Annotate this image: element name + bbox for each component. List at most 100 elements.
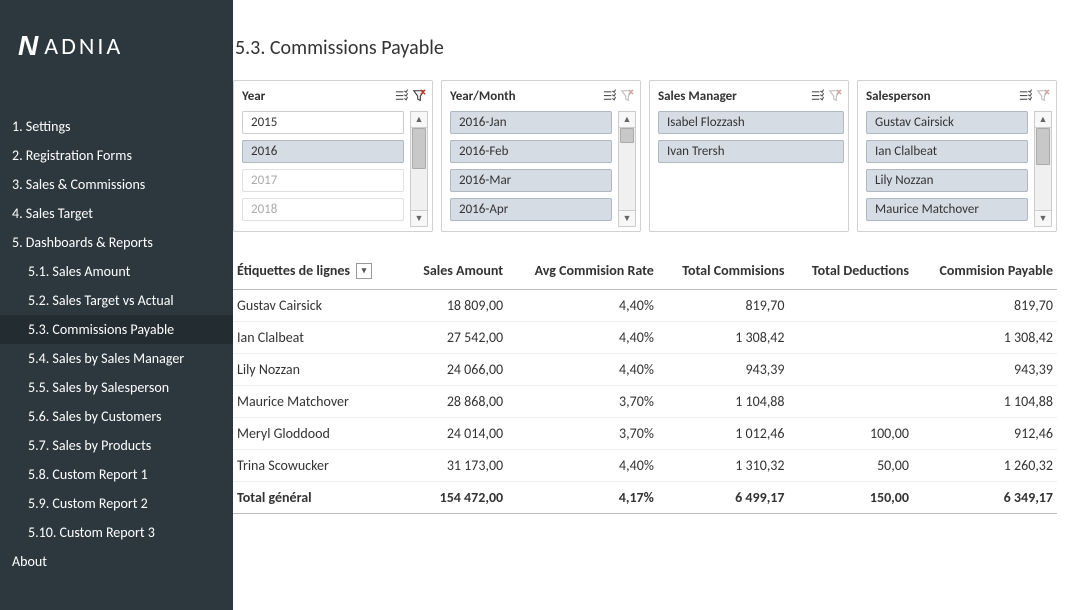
slicer-sales-manager-title: Sales Manager	[658, 89, 808, 104]
cell-rate: 4,40%	[507, 290, 658, 322]
sidebar-item[interactable]: 2. Registration Forms	[0, 141, 233, 170]
page-title: 5.3. Commissions Payable	[233, 0, 1069, 80]
col-commission-payable: Commision Payable	[913, 256, 1057, 290]
table-row: Ian Clalbeat27 542,004,40%1 308,421 308,…	[233, 322, 1057, 354]
logo-text: ADNIA	[44, 32, 123, 61]
brand-logo: N ADNIA	[0, 0, 233, 82]
total-sales: 154 472,00	[403, 482, 507, 514]
slicer-year-title: Year	[242, 89, 392, 104]
sidebar-subitem[interactable]: 5.10. Custom Report 3	[0, 518, 233, 547]
multiselect-icon[interactable]	[600, 87, 618, 105]
cell-ded	[789, 354, 913, 386]
cell-comm: 1 310,32	[658, 450, 789, 482]
slicer-item[interactable]: Lily Nozzan	[866, 169, 1028, 192]
slicer-item[interactable]: 2016-Mar	[450, 169, 612, 192]
clear-filter-icon[interactable]	[1034, 87, 1052, 105]
table-row: Meryl Gloddood24 014,003,70%1 012,46100,…	[233, 418, 1057, 450]
sidebar-subitem[interactable]: 5.3. Commissions Payable	[0, 315, 233, 344]
clear-filter-icon[interactable]	[826, 87, 844, 105]
row-label-dropdown-icon[interactable]: ▾	[356, 263, 372, 279]
slicer-item[interactable]: Gustav Cairsick	[866, 111, 1028, 134]
multiselect-icon[interactable]	[1016, 87, 1034, 105]
cell-sales: 18 809,00	[403, 290, 507, 322]
slicer-item[interactable]: 2016	[242, 140, 404, 163]
scroll-up-icon[interactable]: ▲	[1035, 112, 1051, 128]
slicer-item[interactable]: Isabel Flozzash	[658, 111, 844, 134]
multiselect-icon[interactable]	[808, 87, 826, 105]
slicer-salesperson: Salesperson Gustav CairsickIan ClalbeatL…	[857, 80, 1057, 232]
slicer-item[interactable]: 2017	[242, 169, 404, 192]
slicer-sales-manager: Sales Manager Isabel Flozzash Ivan Trersh	[649, 80, 849, 232]
cell-sales: 24 014,00	[403, 418, 507, 450]
sidebar-subitem[interactable]: 5.2. Sales Target vs Actual	[0, 286, 233, 315]
slicer-item[interactable]: 2016-Feb	[450, 140, 612, 163]
cell-comm: 1 308,42	[658, 322, 789, 354]
main-content: 5.3. Commissions Payable Year 2015 2016 20…	[233, 0, 1069, 610]
col-sales-amount: Sales Amount	[403, 256, 507, 290]
sidebar-item[interactable]: 3. Sales & Commissions	[0, 170, 233, 199]
cell-pay: 912,46	[913, 418, 1057, 450]
sidebar: N ADNIA 1. Settings2. Registration Forms…	[0, 0, 233, 610]
sidebar-subitem[interactable]: 5.9. Custom Report 2	[0, 489, 233, 518]
cell-name: Maurice Matchover	[233, 386, 403, 418]
total-deductions: 150,00	[789, 482, 913, 514]
scroll-thumb[interactable]	[620, 128, 634, 143]
slicer-item[interactable]: Maurice Matchover	[866, 198, 1028, 221]
cell-pay: 943,39	[913, 354, 1057, 386]
table-row: Lily Nozzan24 066,004,40%943,39943,39	[233, 354, 1057, 386]
slicer-item[interactable]: Ian Clalbeat	[866, 140, 1028, 163]
table-row: Trina Scowucker31 173,004,40%1 310,3250,…	[233, 450, 1057, 482]
multiselect-icon[interactable]	[392, 87, 410, 105]
slicer-year-month-title: Year/Month	[450, 89, 600, 104]
slicer-item[interactable]: 2016-Apr	[450, 198, 612, 221]
cell-pay: 819,70	[913, 290, 1057, 322]
total-rate: 4,17%	[507, 482, 658, 514]
cell-ded	[789, 290, 913, 322]
slicer-item[interactable]: Ivan Trersh	[658, 140, 844, 163]
sidebar-nav: 1. Settings2. Registration Forms3. Sales…	[0, 112, 233, 576]
sidebar-subitem[interactable]: 5.4. Sales by Sales Manager	[0, 344, 233, 373]
slicer-year-month: Year/Month 2016-Jan 2016-Feb 2016-Mar 2016-…	[441, 80, 641, 232]
sidebar-item[interactable]: About	[0, 547, 233, 576]
scrollbar[interactable]: ▲ ▼	[1034, 111, 1052, 227]
sidebar-subitem[interactable]: 5.6. Sales by Customers	[0, 402, 233, 431]
total-commissions: 6 499,17	[658, 482, 789, 514]
scrollbar[interactable]: ▲ ▼	[618, 111, 636, 227]
col-total-deductions: Total Deductions	[789, 256, 913, 290]
clear-filter-icon[interactable]	[410, 87, 428, 105]
col-row-labels: Étiquettes de lignes	[237, 262, 350, 279]
sidebar-subitem[interactable]: 5.7. Sales by Products	[0, 431, 233, 460]
cell-rate: 3,70%	[507, 418, 658, 450]
sidebar-item[interactable]: 5. Dashboards & Reports	[0, 228, 233, 257]
scrollbar[interactable]: ▲ ▼	[410, 111, 428, 227]
scroll-thumb[interactable]	[412, 128, 426, 169]
sidebar-item[interactable]: 4. Sales Target	[0, 199, 233, 228]
sidebar-subitem[interactable]: 5.5. Sales by Salesperson	[0, 373, 233, 402]
table-total-row: Total général 154 472,00 4,17% 6 499,17 …	[233, 482, 1057, 514]
cell-name: Gustav Cairsick	[233, 290, 403, 322]
scroll-up-icon[interactable]: ▲	[411, 112, 427, 128]
cell-comm: 1 012,46	[658, 418, 789, 450]
cell-rate: 3,70%	[507, 386, 658, 418]
cell-rate: 4,40%	[507, 450, 658, 482]
scroll-down-icon[interactable]: ▼	[411, 210, 427, 226]
slicer-item[interactable]: 2018	[242, 198, 404, 221]
slicer-item[interactable]: 2016-Jan	[450, 111, 612, 134]
slicer-item[interactable]: 2015	[242, 111, 404, 134]
cell-pay: 1 104,88	[913, 386, 1057, 418]
scroll-up-icon[interactable]: ▲	[619, 112, 635, 128]
scroll-down-icon[interactable]: ▼	[1035, 210, 1051, 226]
table-row: Gustav Cairsick18 809,004,40%819,70819,7…	[233, 290, 1057, 322]
cell-sales: 24 066,00	[403, 354, 507, 386]
clear-filter-icon[interactable]	[618, 87, 636, 105]
sidebar-subitem[interactable]: 5.1. Sales Amount	[0, 257, 233, 286]
logo-icon: N	[18, 30, 34, 62]
table-row: Maurice Matchover28 868,003,70%1 104,881…	[233, 386, 1057, 418]
scroll-thumb[interactable]	[1036, 128, 1050, 165]
sidebar-item[interactable]: 1. Settings	[0, 112, 233, 141]
cell-sales: 28 868,00	[403, 386, 507, 418]
sidebar-subitem[interactable]: 5.8. Custom Report 1	[0, 460, 233, 489]
cell-pay: 1 308,42	[913, 322, 1057, 354]
scroll-down-icon[interactable]: ▼	[619, 210, 635, 226]
slicer-row: Year 2015201620172018 ▲ ▼ Yea	[233, 80, 1069, 232]
